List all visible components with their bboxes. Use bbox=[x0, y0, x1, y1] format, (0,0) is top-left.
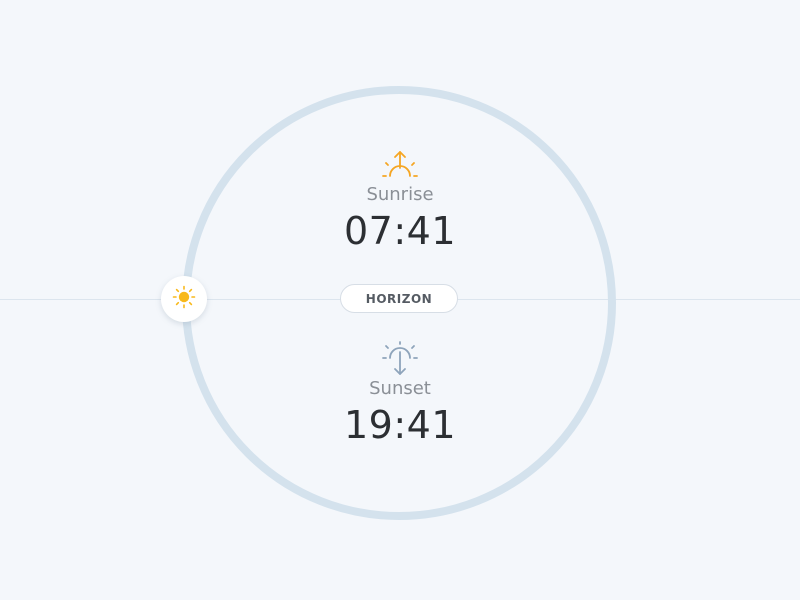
horizon-label: HORIZON bbox=[340, 284, 458, 313]
sunset-time: 19:41 bbox=[343, 403, 456, 447]
sunrise-time: 07:41 bbox=[343, 209, 456, 253]
sunset-label: Sunset bbox=[369, 378, 431, 399]
sun-icon bbox=[172, 285, 196, 313]
sunrise-label: Sunrise bbox=[366, 184, 434, 205]
sun-position-marker[interactable] bbox=[161, 276, 207, 322]
sunset-section: Sunset 19:41 bbox=[300, 340, 500, 448]
sunset-icon bbox=[375, 340, 425, 376]
sun-times-widget: HORIZON Sunrise 07:41 Sunset 19:41 bbox=[0, 0, 800, 600]
sunrise-section: Sunrise 07:41 bbox=[300, 146, 500, 254]
sunrise-icon bbox=[375, 146, 425, 182]
